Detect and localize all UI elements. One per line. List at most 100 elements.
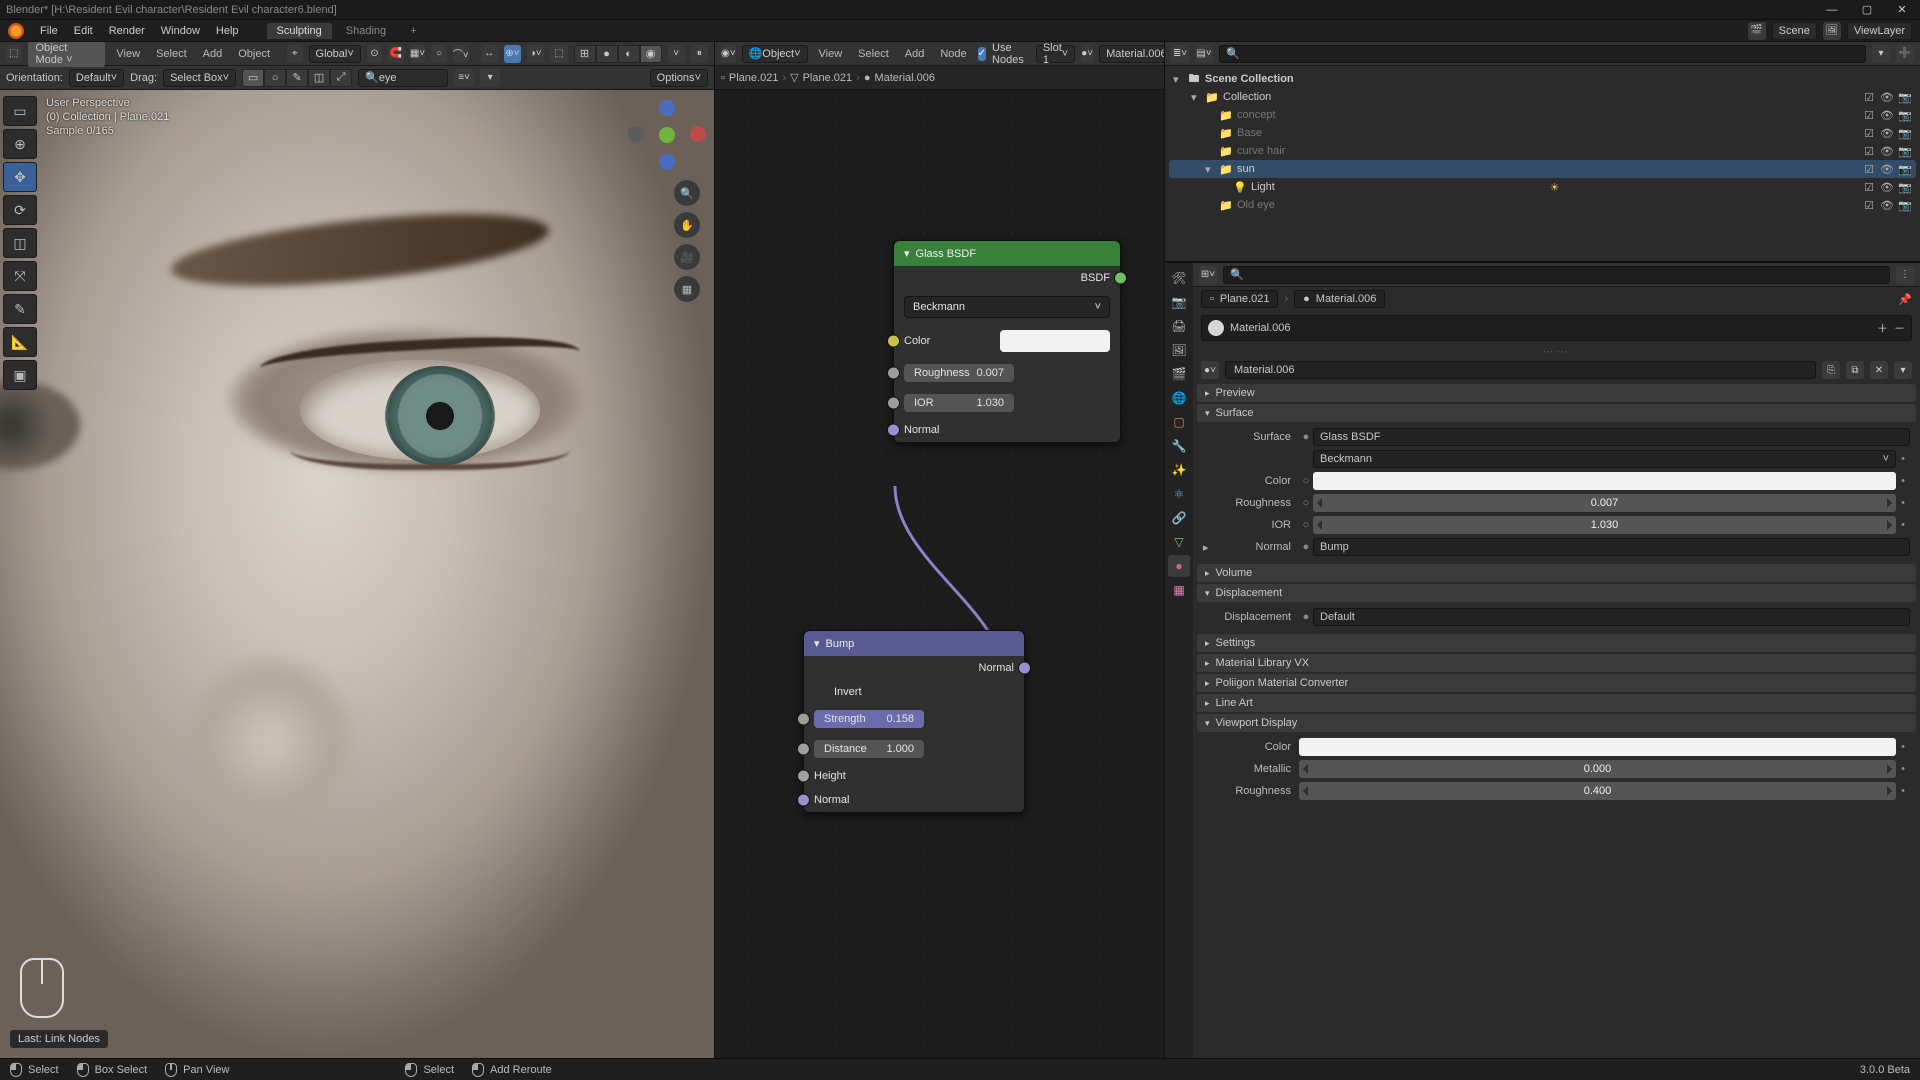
outliner-item[interactable]: 📁Old eye☑👁📷 (1169, 196, 1916, 214)
restrict-toggles[interactable]: ☑👁📷 (1862, 109, 1912, 122)
scene-field[interactable]: Scene (1772, 22, 1817, 40)
toggle-gizmo[interactable]: ↔ (481, 45, 498, 63)
camera-icon[interactable]: 🎥 (674, 244, 700, 270)
menu-help[interactable]: Help (208, 25, 247, 37)
mat-browse-icon[interactable]: ●˅ (1201, 361, 1219, 379)
tab-sculpting[interactable]: Sculpting (267, 23, 332, 39)
shading-solid-icon[interactable]: ● (596, 45, 618, 63)
outliner-display-icon[interactable]: ▤˅ (1195, 45, 1213, 63)
seltool-circle-icon[interactable]: ○ (264, 69, 286, 87)
shading-matprev-icon[interactable]: ◐ (618, 45, 640, 63)
shading-options-icon[interactable]: ˅ (668, 45, 685, 63)
bc-mesh[interactable]: Plane.021 (803, 72, 853, 84)
slot-add-icon[interactable]: ＋ (1877, 320, 1888, 336)
ptab-world-icon[interactable]: 🌐 (1168, 387, 1190, 409)
viewlayer-icon[interactable]: 🖼 (1823, 22, 1841, 40)
roughness-field[interactable]: Roughness0.007 (904, 364, 1014, 382)
outliner-scene-collection[interactable]: ▾🖿Scene Collection (1169, 70, 1916, 88)
strength-field[interactable]: Strength0.158 (814, 710, 924, 728)
seltool-lasso-icon[interactable]: ✎ (286, 69, 308, 87)
tool-cursor[interactable]: ⊕ (3, 129, 37, 159)
menu-file[interactable]: File (32, 25, 66, 37)
outliner-item[interactable]: 📁curve hair☑👁📷 (1169, 142, 1916, 160)
tool-measure[interactable]: 📐 (3, 327, 37, 357)
tool-select[interactable]: ▭ (3, 96, 37, 126)
scene-icon[interactable]: 🎬 (1748, 22, 1766, 40)
restrict-toggles[interactable]: ☑👁📷 (1862, 163, 1912, 176)
tool-addcube[interactable]: ▣ (3, 360, 37, 390)
shading-wire-icon[interactable]: ⊞ (574, 45, 596, 63)
ptab-material-icon[interactable]: ● (1168, 555, 1190, 577)
chevron-down-icon[interactable]: ▾ (814, 637, 820, 650)
normal-field[interactable]: Bump (1313, 538, 1910, 556)
close-button[interactable]: ✕ (1886, 3, 1918, 16)
search-field[interactable]: 🔍 eye (358, 69, 448, 87)
socket-distance-in[interactable] (797, 743, 810, 756)
restrict-toggles[interactable]: ☑👁📷 (1862, 127, 1912, 140)
shader-type[interactable]: 🌐 Object ˅ (742, 45, 808, 63)
slot-remove-icon[interactable]: － (1894, 320, 1905, 336)
snap-icon[interactable]: 🧲 (388, 45, 404, 63)
axis-x-icon[interactable] (690, 126, 706, 142)
restrict-toggles[interactable]: ☑👁📷 (1862, 199, 1912, 212)
ne-menu-node[interactable]: Node (935, 48, 971, 60)
restrict-toggles[interactable]: ☑👁📷 (1862, 145, 1912, 158)
proportional-icon[interactable]: ○ (431, 45, 447, 63)
new-collection-icon[interactable]: ➕ (1896, 45, 1914, 63)
distribution-dropdown-p[interactable]: Beckmann˅ (1313, 450, 1896, 468)
ptab-object-icon[interactable]: ▢ (1168, 411, 1190, 433)
ptab-texture-icon[interactable]: ▦ (1168, 579, 1190, 601)
panel-matlib[interactable]: ▸Material Library VX (1197, 654, 1916, 672)
falloff-icon[interactable]: ⌒˅ (453, 45, 469, 63)
show-gizmo[interactable]: ⊕˅ (504, 45, 521, 63)
ne-menu-view[interactable]: View (814, 48, 848, 60)
axis-y-icon[interactable] (659, 127, 675, 143)
material-slot-list[interactable]: Material.006 ＋ － (1201, 315, 1912, 341)
panel-volume[interactable]: ▸Volume (1197, 564, 1916, 582)
vp-roughness-field[interactable]: 0.400 (1299, 782, 1896, 800)
ptab-data-icon[interactable]: ▽ (1168, 531, 1190, 553)
normal-link-icon[interactable]: ● (1299, 541, 1313, 553)
outliner[interactable]: ≣˅ ▤˅ 🔍 ▾ ➕ ▾🖿Scene Collection ▾📁Collect… (1165, 42, 1920, 262)
pin-icon[interactable]: 📌 (1898, 293, 1912, 306)
socket-normal-out[interactable] (1018, 662, 1031, 675)
tool-annotate[interactable]: ✎ (3, 294, 37, 324)
color-link-icon[interactable]: ○ (1299, 475, 1313, 487)
vp-menu-view[interactable]: View (111, 48, 145, 60)
ne-menu-select[interactable]: Select (853, 48, 894, 60)
vp-menu-object[interactable]: Object (233, 48, 275, 60)
seltool-tweak-icon[interactable]: ▭ (242, 69, 264, 87)
outliner-filter-icon[interactable]: ▾ (1872, 45, 1890, 63)
distribution-dropdown[interactable]: Beckmann˅ (904, 296, 1110, 318)
outliner-item[interactable]: ▾📁Collection☑👁📷 (1169, 88, 1916, 106)
xray-toggle[interactable]: ⬚ (550, 45, 567, 63)
ptab-output-icon[interactable]: 🖨 (1168, 315, 1190, 337)
panel-displacement-header[interactable]: ▾Displacement (1197, 584, 1916, 602)
ptab-constraints-icon[interactable]: 🔗 (1168, 507, 1190, 529)
color-swatch[interactable] (1000, 330, 1110, 352)
outliner-item[interactable]: 📁Base☑👁📷 (1169, 124, 1916, 142)
seltool-more-icon[interactable]: ⤢ (330, 69, 352, 87)
panel-preview[interactable]: ▸Preview (1197, 384, 1916, 402)
snap-type-icon[interactable]: ▦˅ (410, 45, 426, 63)
socket-height-in[interactable] (797, 770, 810, 783)
mat-unlink-icon[interactable]: ✕ (1870, 361, 1888, 379)
node-bump[interactable]: ▾Bump Normal Invert Strength0.158 Distan… (803, 630, 1025, 813)
resize-handle[interactable]: ⋯⋯ (1193, 345, 1920, 358)
bc-mat[interactable]: Material.006 (874, 72, 935, 84)
orientation-icon[interactable]: ⌖ (287, 45, 303, 63)
nav-gizmo[interactable] (632, 100, 702, 170)
orientation2-dropdown[interactable]: Default ˅ (69, 69, 124, 87)
tool-rotate[interactable]: ⟳ (3, 195, 37, 225)
tab-shading[interactable]: Shading (336, 23, 396, 39)
viewport-canvas[interactable]: User Perspective (0) Collection | Plane.… (0, 90, 714, 1058)
zoom-icon[interactable]: 🔍 (674, 180, 700, 206)
mode-dropdown[interactable]: Object Mode ˅ (28, 42, 106, 67)
color-field[interactable] (1313, 472, 1896, 490)
restrict-toggles[interactable]: ☑👁📷 (1862, 181, 1912, 194)
outliner-search[interactable]: 🔍 (1219, 45, 1866, 63)
tool-move[interactable]: ✥ (3, 162, 37, 192)
properties-search[interactable]: 🔍 (1223, 266, 1890, 284)
chevron-down-icon[interactable]: ▾ (904, 247, 910, 260)
pivot-icon[interactable]: ⊙ (367, 45, 383, 63)
